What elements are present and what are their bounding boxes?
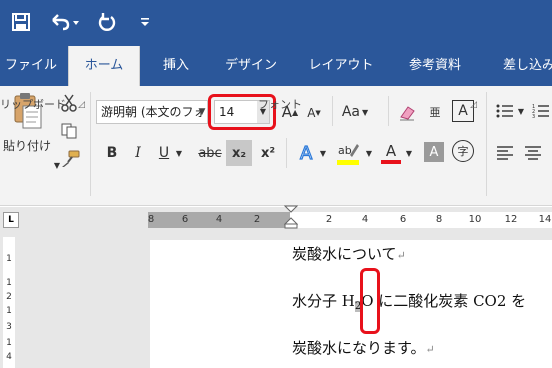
clipboard-group-label: リップボード xyxy=(0,98,66,111)
doc-line-3-text: 炭酸水になります。 xyxy=(292,339,426,357)
redo-icon[interactable] xyxy=(92,10,122,34)
doc-line-1-text: 炭酸水について xyxy=(292,245,397,263)
svg-text:3: 3 xyxy=(532,114,535,119)
highlighter-icon[interactable]: ab xyxy=(334,140,362,166)
ruler-number: 8 xyxy=(435,214,443,225)
change-case-button[interactable]: Aa ▼ xyxy=(340,100,370,124)
doc-line-2-pre: 水分子 H xyxy=(292,292,355,310)
doc-line-1[interactable]: 炭酸水について↵ xyxy=(292,243,406,264)
shrink-font-button[interactable]: A ▼ xyxy=(304,102,324,124)
ruler-number: 2 xyxy=(325,214,333,225)
tab-design[interactable]: デザイン xyxy=(214,46,288,86)
indent-marker-icon[interactable] xyxy=(284,205,298,229)
doc-line-2[interactable]: 水分子 H2O に二酸化炭素 CO2 を xyxy=(292,290,526,312)
doc-line-2-post: O に二酸化炭素 CO2 を xyxy=(361,292,527,310)
paragraph-mark: ↵ xyxy=(396,249,406,262)
subscript-highlight-box xyxy=(360,268,380,334)
divider xyxy=(388,96,389,126)
phonetic-guide-label: 亜 xyxy=(429,106,441,119)
undo-icon[interactable] xyxy=(48,10,82,34)
tab-insert[interactable]: 挿入 xyxy=(148,46,204,86)
divider xyxy=(90,92,91,196)
align-center-icon[interactable] xyxy=(522,142,544,164)
vruler-number: 1 xyxy=(6,254,12,264)
tab-layout[interactable]: レイアウト xyxy=(300,46,382,86)
font-color-dropdown-icon[interactable]: ▼ xyxy=(404,144,414,162)
underline-button[interactable]: U xyxy=(154,142,174,164)
enclose-characters-button[interactable]: 字 xyxy=(452,140,474,162)
character-border-label: A xyxy=(458,103,468,119)
vruler-number: 4 xyxy=(6,352,12,362)
ruler-number: 8 xyxy=(147,214,155,225)
format-painter-icon[interactable] xyxy=(58,148,82,170)
vruler-number: 3 xyxy=(6,322,12,332)
font-group-label: フォント xyxy=(258,98,302,111)
font-name-dropdown-icon[interactable]: ▼ xyxy=(196,101,208,123)
text-effects-dropdown-icon[interactable]: ▼ xyxy=(318,144,328,162)
tab-file[interactable]: ファイル xyxy=(0,46,62,86)
underline-dropdown-icon[interactable]: ▼ xyxy=(174,144,184,162)
svg-text:A: A xyxy=(300,143,313,163)
ruler-number: 6 xyxy=(181,214,189,225)
save-icon[interactable] xyxy=(8,10,34,34)
highlighter-dropdown-icon[interactable]: ▼ xyxy=(364,144,374,162)
italic-button[interactable]: I xyxy=(128,142,148,164)
character-shading-button[interactable]: A xyxy=(424,142,444,162)
clear-formatting-icon[interactable] xyxy=(396,100,418,124)
bold-button[interactable]: B xyxy=(102,142,122,164)
phonetic-guide-button[interactable]: 亜 xyxy=(424,100,446,124)
tab-mailings[interactable]: 差し込み xyxy=(494,46,552,86)
enclose-characters-label: 字 xyxy=(457,145,469,158)
tab-selector[interactable]: L xyxy=(3,212,19,228)
vruler-number: 1 xyxy=(6,338,12,348)
tab-home[interactable]: ホーム xyxy=(68,46,140,86)
font-name-combobox[interactable]: 游明朝 (本文のフォント) xyxy=(96,100,208,124)
clipboard-launcher-icon[interactable]: ◿ xyxy=(78,100,85,110)
paragraph-mark: ↵ xyxy=(425,343,435,356)
divider xyxy=(286,138,287,168)
divider xyxy=(332,96,333,126)
title-bar xyxy=(0,0,552,46)
ruler-number: 4 xyxy=(215,214,223,225)
bullets-dropdown-icon[interactable]: ▼ xyxy=(516,104,526,118)
font-launcher-icon[interactable]: ◿ xyxy=(470,100,477,110)
character-shading-label: A xyxy=(429,144,439,160)
vruler-number: 1 xyxy=(6,306,12,316)
text-effects-icon[interactable]: A xyxy=(296,140,320,164)
svg-text:ab: ab xyxy=(338,144,352,157)
ribbon-tabs: ファイル ホーム 挿入 デザイン レイアウト 参考資料 差し込み xyxy=(0,46,552,86)
bullets-icon[interactable] xyxy=(494,100,516,122)
divider xyxy=(486,92,487,196)
paste-button-label[interactable]: 貼り付け xyxy=(0,136,54,154)
vruler-number: 2 xyxy=(6,292,12,302)
change-case-label: Aa xyxy=(341,104,360,120)
font-color-button[interactable]: A xyxy=(378,140,404,166)
subscript-button[interactable]: x₂ xyxy=(226,140,252,166)
superscript-button[interactable]: x² xyxy=(256,142,280,164)
ruler-number: 6 xyxy=(399,214,407,225)
tab-references[interactable]: 参考資料 xyxy=(392,46,478,86)
doc-line-3[interactable]: 炭酸水になります。↵ xyxy=(292,337,435,358)
copy-icon[interactable] xyxy=(58,120,80,142)
ruler-number: 12 xyxy=(504,214,518,225)
customize-qat-icon[interactable] xyxy=(134,10,156,34)
shrink-font-label: A xyxy=(307,106,316,120)
align-left-icon[interactable] xyxy=(494,142,516,164)
font-color-label: A xyxy=(385,142,397,160)
vruler-number: 1 xyxy=(6,278,12,288)
font-color-swatch xyxy=(381,160,401,164)
ruler-number: 4 xyxy=(361,214,369,225)
ruler-number: 14 xyxy=(538,214,552,225)
ruler-number: 2 xyxy=(253,214,261,225)
strikethrough-button[interactable]: abc xyxy=(196,142,224,164)
ruler-number: 10 xyxy=(468,214,482,225)
numbering-icon[interactable]: 123 xyxy=(530,100,552,122)
